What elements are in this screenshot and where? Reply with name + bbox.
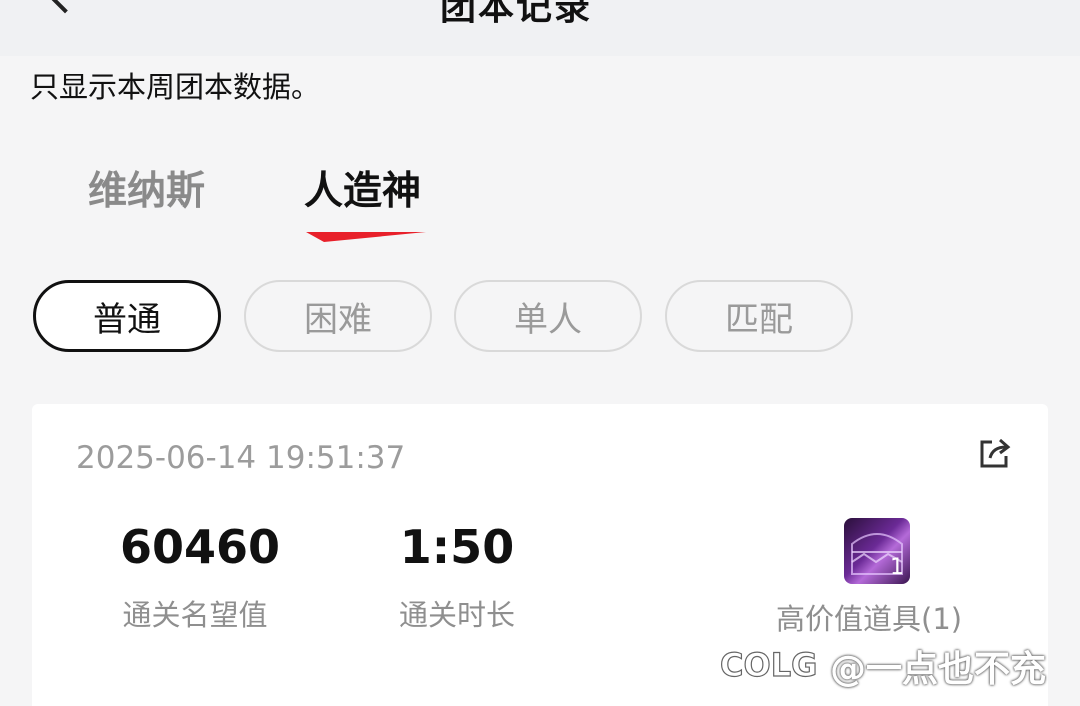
record-timestamp: 2025-06-14 19:51:37 <box>76 440 406 476</box>
high-value-item-label[interactable]: 高价值道具(1) <box>776 596 962 638</box>
share-icon[interactable] <box>978 436 1012 470</box>
filter-chip-hard[interactable]: 困难 <box>244 280 432 352</box>
fame-label: 通关名望值 <box>122 598 268 632</box>
filter-chip-solo[interactable]: 单人 <box>454 280 642 352</box>
notice-text: 只显示本周团本数据。 <box>30 70 321 104</box>
fame-value: 60460 <box>120 520 281 574</box>
active-tab-indicator <box>306 232 426 242</box>
page-title: 团本记录 <box>440 0 593 28</box>
item-count: 1 <box>890 555 904 580</box>
duration-label: 通关时长 <box>398 598 515 632</box>
top-bar: 团本记录 <box>0 0 1080 56</box>
filter-chip-match[interactable]: 匹配 <box>665 280 853 352</box>
treasure-chest-icon[interactable]: 1 <box>844 518 910 584</box>
duration-value: 1:50 <box>399 520 515 574</box>
tab-artificial-god[interactable]: 人造神 <box>304 160 421 216</box>
filter-chip-normal[interactable]: 普通 <box>33 280 221 352</box>
watermark-text: @一点也不充 <box>830 649 1047 690</box>
back-arrow-icon[interactable] <box>46 0 84 14</box>
svg-text:COLG: COLG <box>720 646 817 684</box>
tab-venus[interactable]: 维纳斯 <box>88 160 205 216</box>
colg-logo-icon: COLG <box>719 645 818 684</box>
